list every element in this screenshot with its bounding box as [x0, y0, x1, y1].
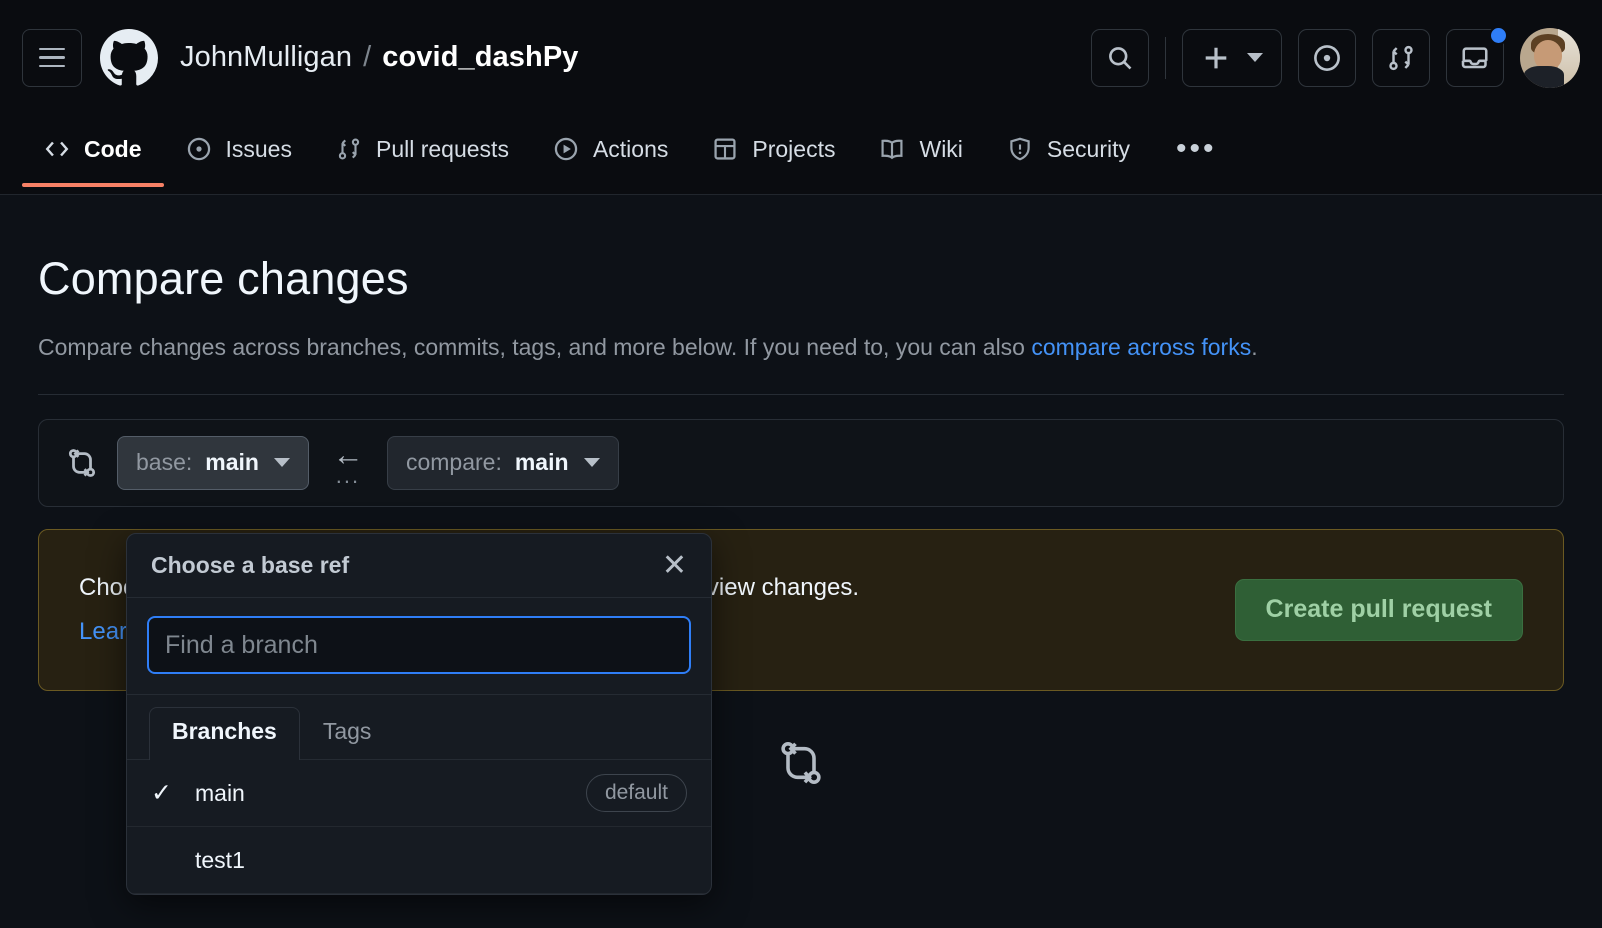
base-ref-value: main [205, 449, 259, 476]
branch-name: test1 [195, 846, 245, 873]
page-description: Compare changes across branches, commits… [38, 327, 1328, 368]
divider [38, 393, 1564, 395]
tab-wiki-label: Wiki [919, 135, 963, 162]
branch-search-input[interactable] [147, 616, 691, 674]
git-compare-icon [65, 446, 99, 480]
compare-ref-prefix: compare: [405, 449, 502, 476]
plus-icon [1205, 47, 1227, 68]
dropdown-search-container [127, 598, 711, 695]
base-ref-button[interactable]: base: main [117, 435, 309, 490]
compare-direction-indicator: ← ... [327, 439, 369, 488]
code-icon [44, 136, 70, 162]
table-icon [712, 136, 738, 162]
tab-branches[interactable]: Branches [149, 707, 300, 760]
search-icon [1109, 46, 1132, 69]
avatar-face [1534, 39, 1562, 70]
dropdown-tabs: Branches Tags [127, 695, 711, 760]
tab-tags[interactable]: Tags [300, 707, 395, 759]
search-button[interactable] [1091, 28, 1149, 87]
tab-actions[interactable]: Actions [531, 115, 690, 183]
repo-nav: Code Issues Pull requests Actions Projec… [0, 115, 1602, 195]
dropdown-title: Choose a base ref [151, 552, 350, 578]
compare-ref-button[interactable]: compare: main [386, 435, 619, 490]
dot-circle-icon [1314, 44, 1340, 71]
unread-notification-dot [1489, 25, 1508, 45]
base-ref-prefix: base: [136, 449, 193, 476]
chevron-down-icon [1247, 53, 1263, 62]
tab-security-label: Security [1046, 135, 1131, 162]
header-right-group [1091, 25, 1602, 88]
tab-projects-label: Projects [752, 135, 836, 162]
pull-requests-button[interactable] [1372, 28, 1430, 87]
play-icon [553, 136, 579, 162]
notifications-button[interactable] [1446, 25, 1508, 87]
branch-name: main [195, 779, 245, 806]
git-pull-request-icon [1389, 45, 1413, 70]
tab-issues-label: Issues [225, 135, 292, 162]
shield-icon [1007, 136, 1033, 162]
page-description-period: . [1251, 334, 1258, 360]
avatar[interactable] [1520, 27, 1580, 88]
issue-opened-icon [186, 136, 212, 162]
tab-security[interactable]: Security [985, 115, 1152, 183]
repo-owner-link[interactable]: JohnMulligan [180, 41, 352, 74]
book-icon [879, 136, 905, 162]
default-badge: default [585, 774, 687, 812]
tab-projects[interactable]: Projects [690, 115, 857, 183]
git-compare-icon [775, 737, 827, 794]
branch-list-item-test1[interactable]: test1 [127, 827, 711, 894]
compare-ref-value: main [514, 449, 569, 476]
tab-code-label: Code [84, 135, 142, 162]
header-divider [1165, 36, 1166, 79]
chevron-down-icon [273, 458, 290, 468]
breadcrumb: JohnMulligan / covid_dashPy [180, 41, 579, 74]
tab-wiki[interactable]: Wiki [857, 115, 984, 183]
tab-actions-label: Actions [592, 135, 669, 162]
dropdown-header: Choose a base ref ✕ [127, 534, 711, 598]
chevron-down-icon [583, 458, 600, 468]
compare-bar: base: main ← ... compare: main [38, 418, 1564, 507]
tab-issues[interactable]: Issues [164, 115, 314, 183]
hamburger-icon[interactable] [22, 28, 82, 87]
branch-list-item-main[interactable]: ✓ main default [127, 760, 711, 827]
page-description-text: Compare changes across branches, commits… [38, 334, 1032, 360]
inbox-icon [1461, 46, 1488, 68]
global-header: JohnMulligan / covid_dashPy [0, 0, 1602, 115]
base-ref-dropdown: Choose a base ref ✕ Branches Tags ✓ main… [126, 533, 712, 895]
page-title: Compare changes [38, 253, 409, 304]
github-compare-page: JohnMulligan / covid_dashPy Code Issues … [0, 0, 1602, 928]
tab-pull-requests-label: Pull requests [375, 135, 509, 162]
close-icon[interactable]: ✕ [662, 550, 687, 581]
compare-ellipsis: ... [335, 462, 361, 488]
repo-nav-overflow-button[interactable]: ••• [1152, 115, 1241, 183]
git-pull-request-icon [336, 136, 362, 162]
avatar-body [1524, 65, 1564, 88]
github-octocat-icon[interactable] [100, 28, 158, 87]
issues-button[interactable] [1298, 28, 1356, 87]
header-left-group: JohnMulligan / covid_dashPy [0, 28, 579, 87]
check-icon: ✓ [151, 779, 172, 807]
tab-pull-requests[interactable]: Pull requests [314, 115, 531, 183]
repo-name-link[interactable]: covid_dashPy [382, 41, 578, 74]
create-new-button[interactable] [1182, 28, 1282, 87]
create-pull-request-button[interactable]: Create pull request [1234, 578, 1523, 641]
tab-code[interactable]: Code [22, 115, 164, 187]
compare-across-forks-link[interactable]: compare across forks [1031, 334, 1251, 360]
breadcrumb-separator: / [363, 41, 372, 73]
